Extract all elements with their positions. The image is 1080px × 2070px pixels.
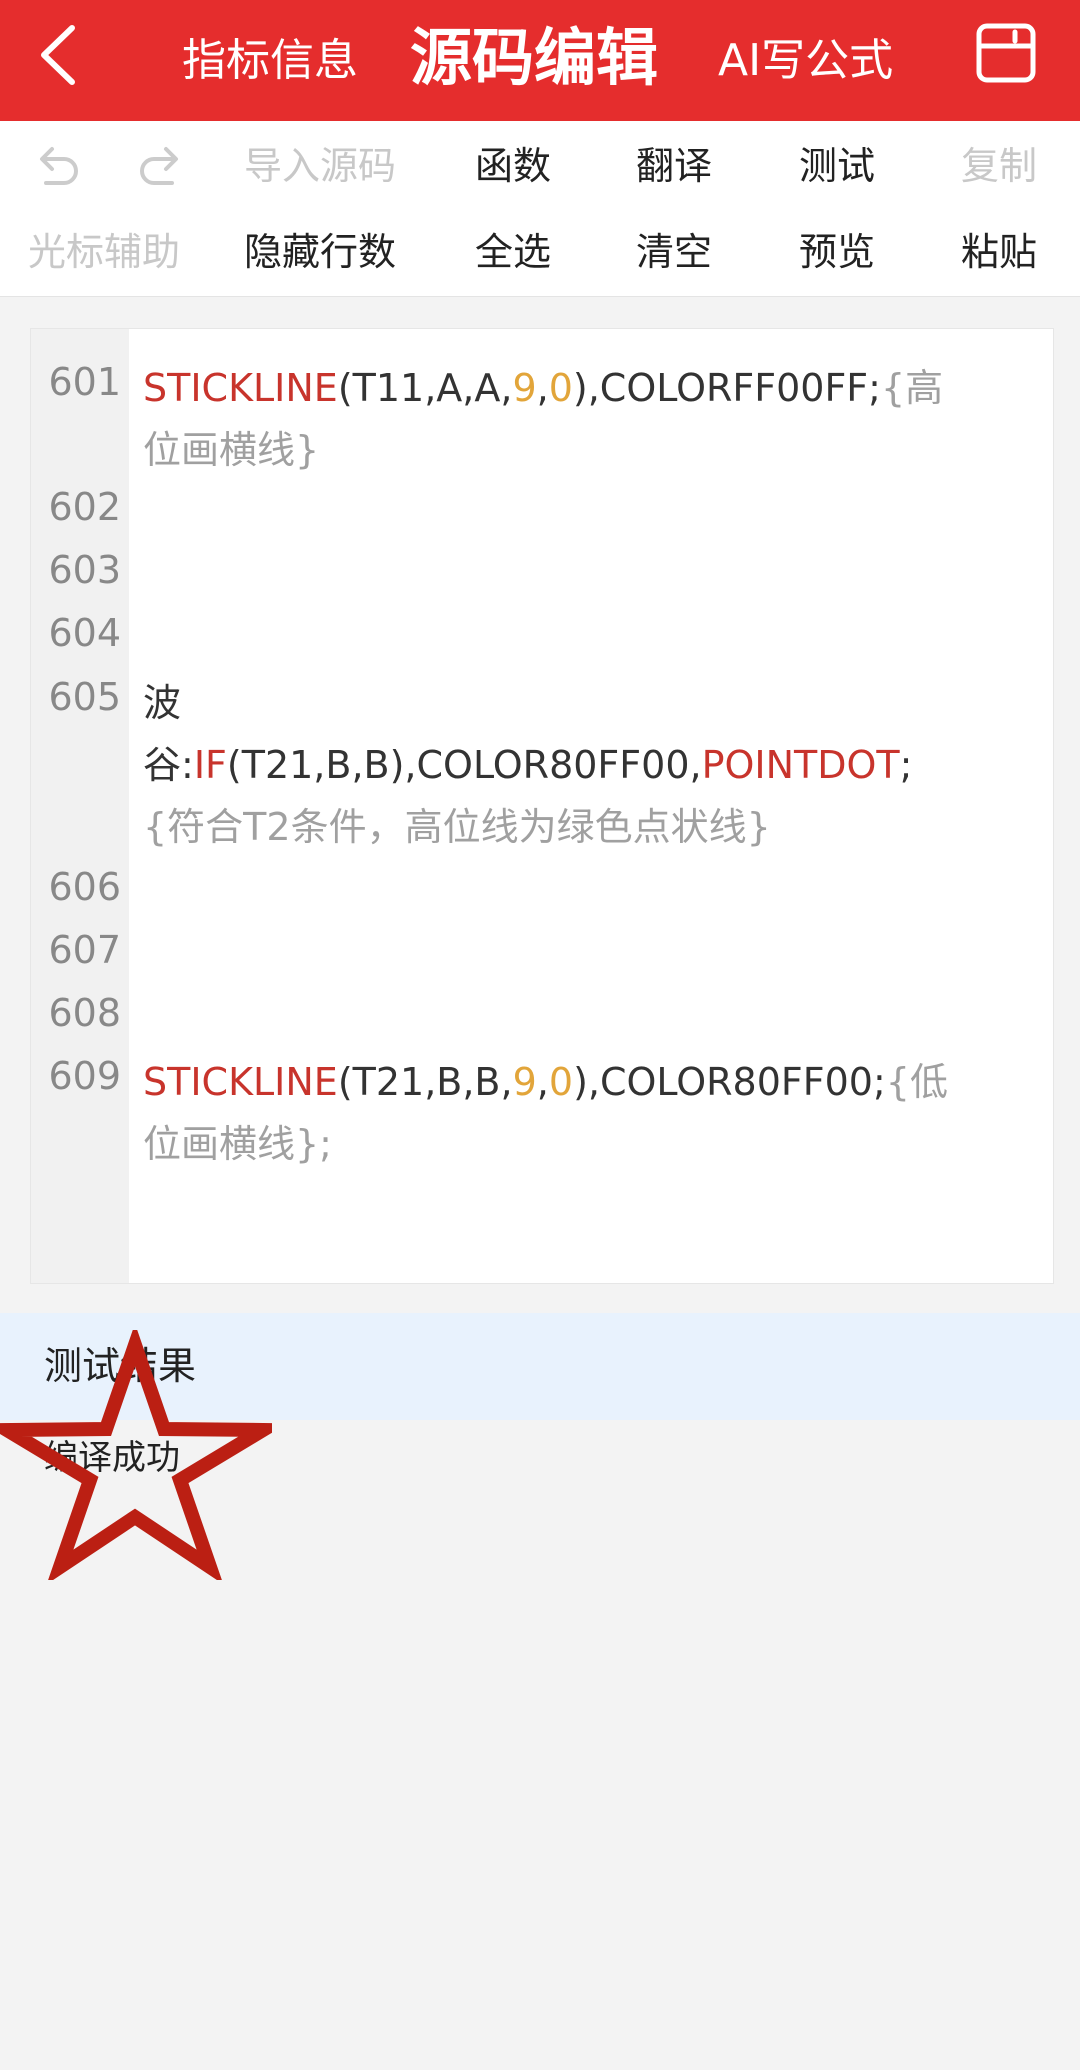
code-token: ,	[536, 366, 549, 410]
cursor-assist-button[interactable]: 光标辅助	[28, 222, 180, 282]
code-token: ),COLOR80FF00;	[573, 1060, 886, 1104]
comment-token: {低	[885, 1060, 948, 1104]
code-token: :	[181, 743, 194, 787]
number-token: 9	[512, 366, 537, 410]
keyword-token: STICKLINE	[143, 1060, 338, 1104]
undo-icon	[40, 147, 78, 185]
code-editor[interactable]: 601 602 603 604 605 606 607 608 609 STIC…	[30, 328, 1054, 1284]
undo-button[interactable]	[30, 141, 80, 191]
line-number: 603	[48, 548, 121, 592]
code-token: 谷	[143, 743, 182, 787]
editor-toolbar: 导入源码 函数 翻译 测试 复制 光标辅助 隐藏行数 全选 清空 预览 粘贴	[0, 121, 1080, 297]
functions-button[interactable]: 函数	[475, 136, 551, 196]
import-source-button[interactable]: 导入源码	[244, 136, 396, 196]
save-button[interactable]	[975, 22, 1037, 84]
clear-button[interactable]: 清空	[636, 222, 712, 282]
redo-icon	[140, 147, 178, 185]
code-token: (T21,B,B,	[337, 1060, 513, 1104]
comment-token: 位画横线};	[143, 1122, 332, 1166]
code-token: ),COLORFF00FF;	[572, 366, 881, 410]
code-line-609: STICKLINE(T21,B,B,9,0),COLOR80FF00;{低	[143, 1051, 963, 1113]
preview-button[interactable]: 预览	[799, 222, 875, 282]
line-number: 604	[48, 611, 121, 655]
code-line-601: STICKLINE(T11,A,A,9,0),COLORFF00FF;{高	[143, 357, 963, 419]
number-token: 0	[548, 1060, 574, 1104]
translate-button[interactable]: 翻译	[636, 136, 712, 196]
back-button[interactable]	[30, 20, 90, 90]
line-number-gutter: 601 602 603 604 605 606 607 608 609	[31, 329, 129, 1283]
star-icon	[0, 1330, 272, 1580]
test-button[interactable]: 测试	[799, 136, 875, 196]
line-number: 607	[48, 928, 121, 972]
redo-button[interactable]	[138, 141, 188, 191]
header-bar: 指标信息 源码编辑 AI写公式	[0, 0, 1080, 121]
code-line-605-cont: 谷:IF(T21,B,B),COLOR80FF00,POINTDOT;	[143, 734, 963, 796]
tab-indicator-info[interactable]: 指标信息	[182, 30, 358, 92]
code-token: ,	[536, 1060, 549, 1104]
tab-ai-formula[interactable]: AI写公式	[718, 30, 893, 92]
number-token: 9	[512, 1060, 537, 1104]
paste-button[interactable]: 粘贴	[961, 222, 1037, 282]
select-all-button[interactable]: 全选	[475, 222, 551, 282]
line-number: 608	[48, 991, 121, 1035]
line-number: 605	[48, 675, 121, 719]
keyword-token: STICKLINE	[143, 366, 338, 410]
line-number: 602	[48, 485, 121, 529]
code-token: (T21,B,B),COLOR80FF00,	[226, 743, 702, 787]
comment-token: 位画横线}	[143, 428, 320, 472]
code-line-605: 波	[143, 681, 182, 725]
page-title: 源码编辑	[410, 21, 659, 94]
line-number: 606	[48, 865, 121, 909]
keyword-token: POINTDOT	[701, 743, 900, 787]
hide-line-numbers-button[interactable]: 隐藏行数	[244, 222, 396, 282]
line-number: 601	[48, 360, 121, 404]
number-token: 0	[548, 366, 573, 410]
comment-token: {符合T2条件，高位线为绿色点状线}	[143, 805, 771, 849]
keyword-token: IF	[193, 743, 227, 787]
line-number: 609	[48, 1054, 121, 1098]
code-token: (T11,A,A,	[337, 366, 513, 410]
code-token: ;	[899, 743, 913, 787]
chevron-left-icon	[41, 25, 75, 85]
save-icon	[976, 23, 1036, 83]
copy-button[interactable]: 复制	[961, 136, 1037, 196]
comment-token: {高	[880, 366, 944, 410]
